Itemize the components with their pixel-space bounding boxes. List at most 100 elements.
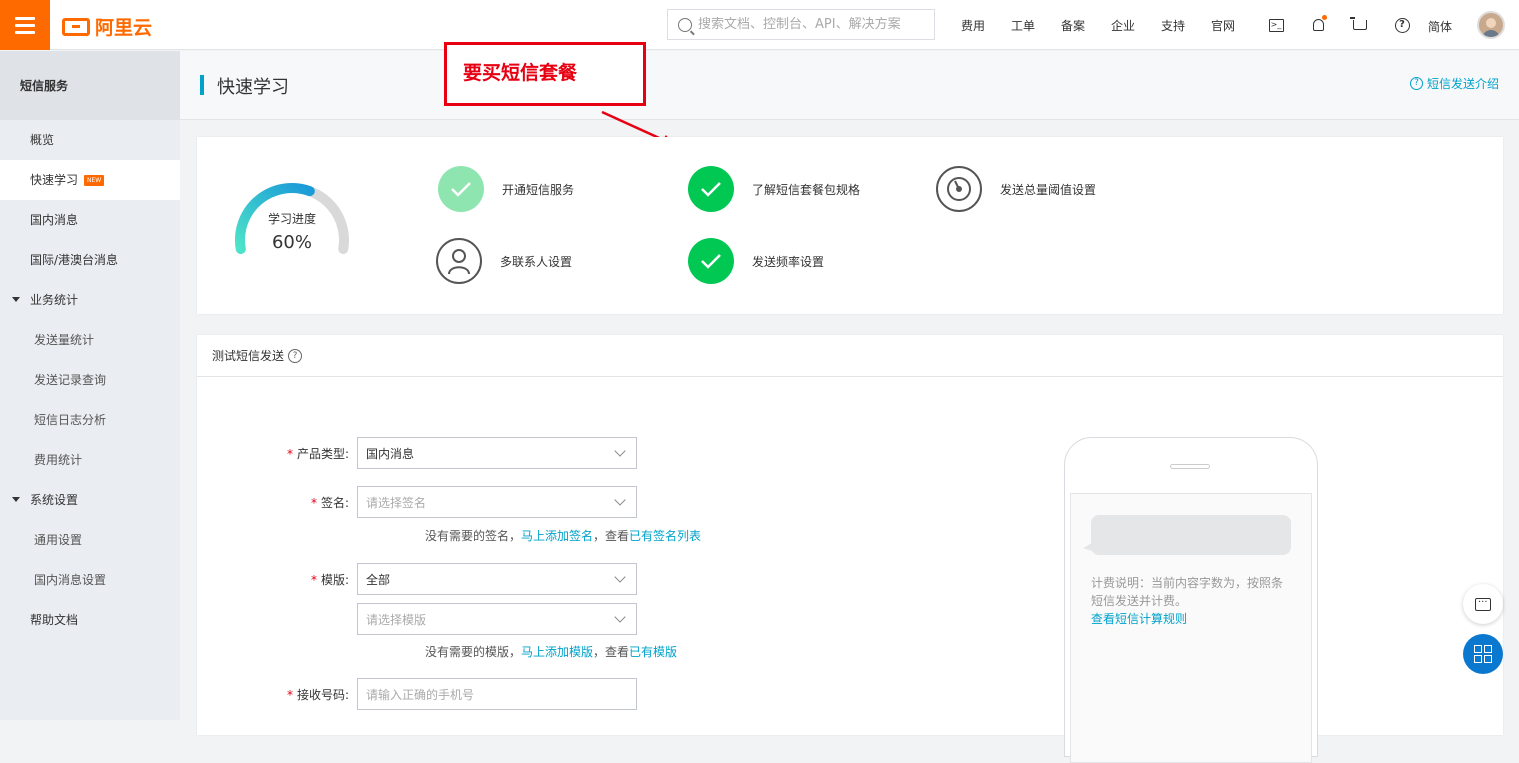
help-icon: ? (1394, 17, 1410, 33)
message-bubble (1083, 515, 1291, 555)
sidebar-item-domestic-settings[interactable]: 国内消息设置 (0, 560, 180, 600)
sidebar-item-label: 发送记录查询 (34, 373, 107, 387)
help-link-label: 短信发送介绍 (1426, 77, 1499, 91)
logo-mark-icon (62, 17, 90, 36)
notification-button[interactable] (1297, 0, 1339, 50)
progress-value: 60% (271, 232, 312, 253)
language-switch[interactable]: 简体 (1428, 18, 1452, 35)
signature-hint: 没有需要的签名，马上添加签名，查看已有签名列表 (425, 529, 702, 543)
signature-list-link[interactable]: 已有签名列表 (629, 529, 701, 543)
sidebar-item-send-volume[interactable]: 发送量统计 (0, 320, 180, 360)
sidebar-item-overview[interactable]: 概览 (0, 120, 180, 160)
check-icon (688, 238, 734, 284)
nav-icp[interactable]: 备案 (1048, 17, 1098, 34)
sidebar-item-label: 业务统计 (30, 293, 79, 307)
template-type-select[interactable]: 全部 (357, 563, 637, 595)
help-link[interactable]: ? 短信发送介绍 (1409, 75, 1499, 92)
bell-icon (1312, 19, 1324, 31)
sidebar-group-stats[interactable]: 业务统计 (0, 280, 180, 320)
caret-down-icon (12, 297, 20, 302)
check-icon (688, 166, 734, 212)
search-input[interactable] (698, 17, 928, 32)
chevron-down-icon (614, 571, 626, 583)
sidebar-item-label: 概览 (30, 133, 55, 147)
step-label: 发送频率设置 (752, 254, 825, 269)
sidebar-item-log-analysis[interactable]: 短信日志分析 (0, 400, 180, 440)
question-icon: ? (1409, 77, 1423, 90)
search-icon[interactable] (678, 17, 692, 32)
page-title: 快速学习 (217, 77, 289, 98)
apps-grid-icon (1474, 645, 1492, 663)
notification-dot (1322, 15, 1327, 20)
add-template-link[interactable]: 马上添加模版 (521, 645, 593, 659)
test-send-title: 测试短信发送 (212, 349, 285, 363)
search-box[interactable] (667, 9, 935, 40)
chat-icon (1475, 594, 1491, 611)
phone-label: * 接收号码: (286, 687, 349, 702)
step-package-spec[interactable]: 了解短信套餐包规格 (688, 166, 860, 212)
sidebar-item-label: 帮助文档 (30, 613, 79, 627)
sidebar-group-settings[interactable]: 系统设置 (0, 480, 180, 520)
template-row: * 模版: 全部 (237, 563, 637, 595)
step-contacts[interactable]: 多联系人设置 (436, 238, 572, 284)
help-button[interactable]: ? (1381, 0, 1423, 50)
sidebar-item-cost-stats[interactable]: 费用统计 (0, 440, 180, 480)
terminal-icon: >_ (1268, 18, 1284, 32)
cart-icon (1350, 17, 1367, 30)
page-header: 快速学习 ? 短信发送介绍 (180, 51, 1519, 120)
question-icon[interactable]: ? (288, 348, 303, 363)
nav-fees[interactable]: 费用 (948, 17, 998, 34)
template-label: * 模版: (310, 572, 349, 587)
caret-down-icon (12, 497, 20, 502)
sidebar-item-send-records[interactable]: 发送记录查询 (0, 360, 180, 400)
step-label: 发送总量阈值设置 (1000, 182, 1097, 197)
phone-input[interactable]: 请输入正确的手机号 (357, 678, 637, 710)
nav-official-site[interactable]: 官网 (1198, 17, 1248, 34)
nav-enterprise[interactable]: 企业 (1098, 17, 1148, 34)
sidebar-item-label: 国内消息设置 (34, 573, 107, 587)
annotation-box: 要买短信套餐 (444, 42, 646, 106)
annotation-text: 要买短信套餐 (463, 62, 578, 84)
sidebar-item-label: 快速学习 (30, 173, 79, 187)
sidebar-item-label: 发送量统计 (34, 333, 95, 347)
avatar[interactable] (1477, 11, 1505, 39)
signature-label: * 签名: (310, 495, 349, 510)
sidebar-item-label: 通用设置 (34, 533, 83, 547)
title-accent-bar (200, 75, 204, 95)
hamburger-menu-icon[interactable] (0, 0, 50, 50)
aliyun-logo[interactable]: 阿里云 (62, 13, 152, 40)
template-select[interactable]: 请选择模版 (357, 603, 637, 635)
apps-button[interactable] (1463, 634, 1503, 674)
phone-speaker (1170, 464, 1210, 469)
chevron-down-icon (614, 445, 626, 457)
signature-select[interactable]: 请选择签名 (357, 486, 637, 518)
nav-tickets[interactable]: 工单 (998, 17, 1048, 34)
step-threshold[interactable]: 发送总量阈值设置 (936, 166, 1096, 212)
billing-rules-link[interactable]: 查看短信计算规则 (1091, 610, 1291, 628)
phone-preview: 计费说明：当前内容字数为，按照条短信发送并计费。 查看短信计算规则 (1064, 437, 1318, 763)
sidebar-item-quick-learn[interactable]: 快速学习 NEW (0, 160, 180, 200)
step-label: 多联系人设置 (500, 254, 573, 269)
nav-support[interactable]: 支持 (1148, 17, 1198, 34)
cart-button[interactable] (1339, 0, 1381, 50)
step-open-service[interactable]: 开通短信服务 (438, 166, 574, 212)
sidebar-item-international[interactable]: 国际/港澳台消息 (0, 240, 180, 280)
progress-card: 学习进度 60% 开通短信服务 了解短信套餐包规格 发送总量阈值设置 多联系人设… (197, 137, 1503, 314)
test-send-header: 测试短信发送 ? (197, 335, 1503, 377)
add-signature-link[interactable]: 马上添加签名 (521, 529, 593, 543)
sidebar-item-label: 费用统计 (34, 453, 83, 467)
sidebar-item-general-settings[interactable]: 通用设置 (0, 520, 180, 560)
step-frequency[interactable]: 发送频率设置 (688, 238, 824, 284)
top-bar: 阿里云 费用 工单 备案 企业 支持 官网 >_ ? 简体 (0, 0, 1519, 50)
template-list-link[interactable]: 已有模版 (629, 645, 677, 659)
sidebar-item-label: 国内消息 (30, 213, 79, 227)
new-badge: NEW (84, 175, 105, 186)
product-type-select[interactable]: 国内消息 (357, 437, 637, 469)
sidebar-item-domestic[interactable]: 国内消息 (0, 200, 180, 240)
sidebar-item-help-docs[interactable]: 帮助文档 (0, 600, 180, 640)
check-icon (438, 166, 484, 212)
template-select-row: 请选择模版 (357, 603, 637, 635)
chat-button[interactable] (1463, 584, 1503, 624)
step-label: 了解短信套餐包规格 (752, 182, 861, 197)
terminal-button[interactable]: >_ (1255, 0, 1297, 50)
